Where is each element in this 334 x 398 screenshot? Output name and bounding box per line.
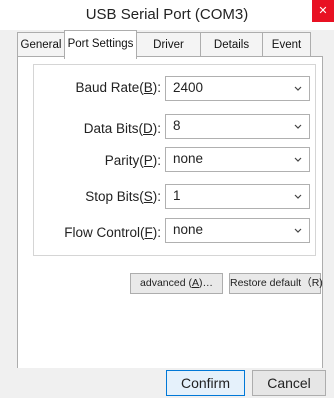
flow-control-accesskey: F: [144, 225, 153, 240]
data-bits-accesskey: D: [143, 121, 153, 136]
chevron-down-icon: [294, 157, 302, 162]
baud-rate-label-text: Baud Rate(: [75, 80, 144, 95]
cancel-button[interactable]: Cancel: [252, 370, 326, 396]
flow-control-label: Flow Control(F):: [64, 225, 161, 240]
data-bits-label: Data Bits(D):: [84, 121, 161, 136]
data-bits-value: 8: [173, 118, 181, 133]
data-bits-select[interactable]: 8: [165, 114, 310, 139]
tab-port-settings[interactable]: Port Settings: [64, 30, 137, 59]
advanced-accesskey: A: [191, 277, 199, 289]
parity-label-suffix: ):: [152, 153, 161, 168]
baud-rate-label: Baud Rate(B):: [75, 80, 161, 95]
confirm-button[interactable]: Confirm: [166, 370, 245, 396]
properties-window: USB Serial Port (COM3) ✕ General Port Se…: [0, 0, 334, 398]
advanced-label-text: advanced (: [140, 277, 192, 289]
data-bits-label-suffix: ):: [152, 121, 161, 136]
tab-event[interactable]: Event: [262, 32, 311, 57]
parity-label: Parity(P):: [105, 153, 161, 168]
close-icon: ✕: [318, 5, 328, 17]
data-bits-label-text: Data Bits(: [83, 121, 143, 136]
flow-control-label-text: Flow Control(: [64, 225, 145, 240]
flow-control-value: none: [173, 222, 204, 237]
window-title: USB Serial Port (COM3): [85, 6, 249, 23]
stop-bits-label-suffix: ):: [152, 189, 161, 204]
close-button[interactable]: ✕: [312, 0, 334, 22]
tab-general[interactable]: General: [17, 32, 65, 57]
title-bar: USB Serial Port (COM3) ✕: [0, 0, 334, 30]
stop-bits-label: Stop Bits(S):: [85, 189, 161, 204]
stop-bits-value: 1: [173, 188, 181, 203]
tab-details[interactable]: Details: [200, 32, 263, 57]
advanced-label-suffix: )…: [198, 277, 213, 289]
chevron-down-icon: [294, 86, 302, 91]
parity-value: none: [173, 151, 204, 166]
parity-label-text: Parity(: [104, 153, 144, 168]
flow-control-label-suffix: ):: [152, 225, 161, 240]
baud-rate-select[interactable]: 2400: [165, 76, 310, 101]
parity-select[interactable]: none: [165, 147, 310, 172]
stop-bits-accesskey: S: [143, 189, 153, 204]
chevron-down-icon: [294, 124, 302, 129]
chevron-down-icon: [294, 194, 302, 199]
restore-default-button[interactable]: Restore default（R): [229, 273, 323, 294]
tab-driver[interactable]: Driver: [136, 32, 201, 57]
advanced-button[interactable]: advanced (A)…: [130, 273, 223, 294]
stop-bits-select[interactable]: 1: [165, 184, 310, 209]
stop-bits-label-text: Stop Bits(: [85, 189, 144, 204]
flow-control-select[interactable]: none: [165, 218, 310, 243]
baud-rate-value: 2400: [173, 80, 204, 95]
parity-accesskey: P: [143, 153, 153, 168]
tab-row: General Port Settings Driver Details Eve…: [0, 30, 334, 59]
baud-rate-accesskey: B: [143, 80, 153, 95]
baud-rate-label-suffix: ):: [152, 80, 161, 95]
chevron-down-icon: [294, 228, 302, 233]
